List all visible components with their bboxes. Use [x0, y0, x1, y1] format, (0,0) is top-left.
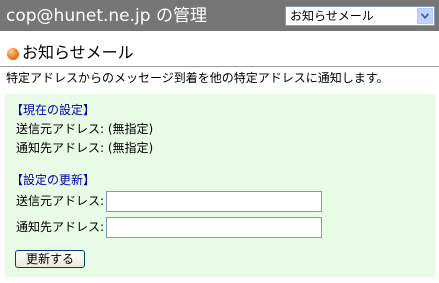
account-title: cop@hunet.ne.jp の管理: [6, 6, 207, 26]
update-settings-heading: 【設定の更新】: [11, 173, 96, 187]
page-title-row: お知らせメール: [0, 40, 439, 67]
notify-address-label: 通知先アドレス:: [16, 220, 105, 234]
select-arrow-button[interactable]: [417, 8, 433, 24]
sender-address-label: 送信元アドレス:: [16, 194, 105, 208]
chevron-down-icon: [421, 13, 429, 19]
sender-address-input[interactable]: [106, 191, 322, 212]
update-button[interactable]: 更新する: [15, 250, 85, 268]
current-notify-address: 通知先アドレス: (無指定): [16, 141, 154, 155]
notify-address-input[interactable]: [106, 217, 322, 238]
menu-select-value: お知らせメール: [290, 9, 374, 23]
header-bar: cop@hunet.ne.jp の管理 お知らせメール: [0, 0, 439, 31]
page-title: お知らせメール: [22, 43, 134, 62]
menu-select[interactable]: お知らせメール: [285, 6, 435, 26]
current-sender-address: 送信元アドレス: (無指定): [16, 122, 154, 136]
current-settings-heading: 【現在の設定】: [11, 103, 96, 117]
bullet-icon: [7, 48, 19, 60]
page-description: 特定アドレスからのメッセージ到着を他の特定アドレスに通知します。: [6, 71, 389, 85]
settings-panel: 【現在の設定】 送信元アドレス: (無指定) 通知先アドレス: (無指定) 【設…: [5, 94, 435, 277]
